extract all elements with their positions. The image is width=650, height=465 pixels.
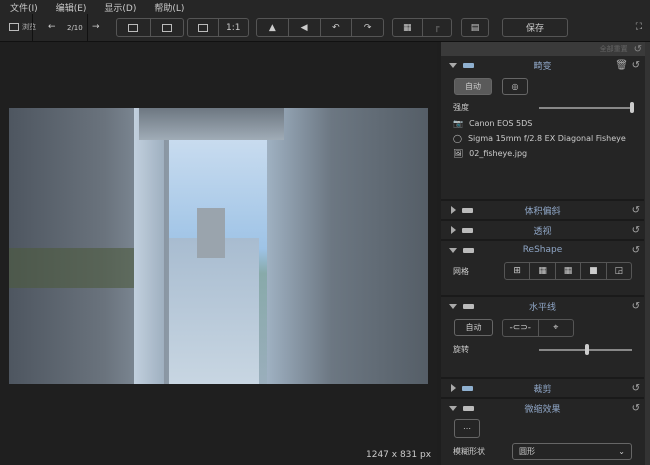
grid-label: 网格: [453, 266, 469, 276]
section-distortion: 畸变 🗑 ↺ 自动 ◎ 强度 📷 Canon EOS 5DS ◯ Sigma 15mm …: [441, 56, 644, 201]
menu-view[interactable]: 显示(D): [94, 0, 136, 14]
trash-icon[interactable]: 🗑: [615, 60, 628, 71]
linear-blur-icon: ⋯: [463, 424, 471, 433]
section-crop: 裁剪 ↺: [441, 379, 644, 399]
section-horizon: 水平线 ↺ 自动 -⊂⊃- ⌖ 旋转: [441, 297, 644, 379]
section-volume: 体积偏斜 ↺: [441, 201, 644, 221]
rotate-right-button[interactable]: ↷: [352, 19, 383, 36]
camera-icon: 📷: [453, 119, 463, 128]
folder-icon: [9, 23, 19, 31]
grid-fill-button[interactable]: ■: [581, 263, 607, 279]
undo-icon[interactable]: ↺: [632, 403, 640, 414]
grid-2x2-button[interactable]: ⊞: [505, 263, 531, 279]
flip-h-button[interactable]: ▲: [257, 19, 289, 36]
zoom-1-1-button[interactable]: 1:1: [219, 19, 249, 36]
overlay-icon: [128, 23, 139, 32]
save-button[interactable]: 保存: [503, 19, 567, 36]
section-reshape: ReShape ↺ 网格 ⊞ ▦ ▦ ■ ◲: [441, 241, 644, 297]
image-file-icon: 🖼: [453, 149, 464, 158]
panel-scrollbar[interactable]: [645, 42, 650, 465]
blur-shape-select[interactable]: 圆形 ⌄: [512, 443, 632, 460]
waveform-icon: ◎: [511, 82, 519, 91]
section-header[interactable]: 畸变 🗑 ↺: [441, 56, 644, 74]
corner-icon: ┏: [434, 22, 440, 33]
reset-all-button[interactable]: 全部重置: [600, 44, 628, 54]
fit-button[interactable]: [188, 19, 219, 36]
next-arrow-icon[interactable]: →: [92, 22, 100, 32]
undo-icon[interactable]: ↺: [632, 225, 640, 236]
flip-horizontal-icon: ▲: [268, 22, 276, 33]
corner-button[interactable]: ┏: [423, 19, 452, 36]
fit-icon: [197, 23, 208, 32]
undo-icon[interactable]: ↺: [632, 383, 640, 394]
flip-v-button[interactable]: ◀: [289, 19, 321, 36]
compare-overlay-button[interactable]: [117, 19, 151, 36]
chevron-down-icon: ⌄: [618, 447, 625, 456]
file-name: 02_fisheye.jpg: [469, 149, 528, 158]
menu-help[interactable]: 帮助(L): [144, 0, 184, 14]
section-header[interactable]: 微缩效果 ↺: [441, 399, 644, 417]
section-perspective: 透视 ↺: [441, 221, 644, 241]
rotate-label: 旋转: [453, 345, 469, 354]
rotate-left-button[interactable]: ↶: [321, 19, 353, 36]
undo-icon[interactable]: ↺: [632, 301, 640, 312]
grid-icon: ▦: [402, 22, 412, 33]
grid-3x3-button[interactable]: ▦: [530, 263, 556, 279]
menu-edit[interactable]: 编辑(E): [46, 0, 87, 14]
blur-shape-label: 模糊形状: [453, 447, 485, 456]
grid-custom-button[interactable]: ◲: [607, 263, 631, 279]
camera-model: Canon EOS 5DS: [468, 119, 533, 128]
strength-slider[interactable]: [539, 101, 634, 113]
undo-icon[interactable]: ↺: [632, 60, 640, 71]
section-header[interactable]: 体积偏斜 ↺: [441, 201, 644, 219]
compare-split-button[interactable]: [151, 19, 184, 36]
settings-doc-icon: ▤: [470, 22, 480, 33]
section-header[interactable]: 裁剪 ↺: [441, 379, 644, 397]
prev-arrow-icon[interactable]: ←: [48, 22, 56, 32]
section-tiltshift: 微缩效果 ↺ ⋯ 模糊形状 圆形 ⌄: [441, 399, 644, 463]
rotate-slider[interactable]: [539, 343, 632, 355]
rotate-left-icon: ↶: [332, 22, 340, 33]
toolbar: 浏览 ← 2/10 → 1:1 ▲ ◀ ↶ ↷ ▦ ┏ ▤ 保存 ⛶: [0, 14, 650, 42]
menu-file[interactable]: 文件(I): [0, 0, 38, 14]
section-header[interactable]: 水平线 ↺: [441, 297, 644, 315]
reset-all-bar: 全部重置 ↺: [441, 42, 650, 56]
lens-icon: ◯: [453, 134, 462, 143]
grid-button[interactable]: ▦: [393, 19, 423, 36]
section-header[interactable]: 透视 ↺: [441, 221, 644, 239]
photo-preview: [9, 108, 428, 384]
undo-icon[interactable]: ↺: [632, 205, 640, 216]
image-dimensions: 1247 x 831 px: [366, 450, 432, 460]
adjustment-panel: 全部重置 ↺ 畸变 🗑 ↺ 自动 ◎ 强度 📷 Canon EOS 5DS ◯ Sigma…: [441, 42, 650, 465]
strength-label: 强度: [453, 103, 469, 112]
manual-button[interactable]: ◎: [502, 78, 528, 95]
split-icon: [161, 23, 172, 32]
page-indicator: 2/10: [67, 24, 83, 32]
linear-blur-button[interactable]: ⋯: [454, 419, 480, 438]
export-settings-button[interactable]: ▤: [462, 19, 488, 36]
rotate-right-icon: ↷: [363, 22, 372, 33]
lens-model: Sigma 15mm f/2.8 EX Diagonal Fisheye: [467, 134, 626, 143]
undo-icon[interactable]: ↺: [632, 245, 640, 256]
section-header[interactable]: ReShape ↺: [441, 241, 644, 259]
horizon-line-button[interactable]: -⊂⊃-: [503, 320, 539, 336]
grid-4x4-button[interactable]: ▦: [556, 263, 582, 279]
auto-button[interactable]: 自动: [454, 319, 493, 336]
menu-bar: 文件(I) 编辑(E) 显示(D) 帮助(L): [0, 0, 650, 14]
horizon-point-button[interactable]: ⌖: [539, 320, 574, 336]
auto-button[interactable]: 自动: [454, 78, 492, 95]
flip-vertical-icon: ◀: [300, 22, 308, 33]
fullscreen-icon[interactable]: ⛶: [636, 22, 642, 32]
undo-icon[interactable]: ↺: [634, 44, 642, 55]
